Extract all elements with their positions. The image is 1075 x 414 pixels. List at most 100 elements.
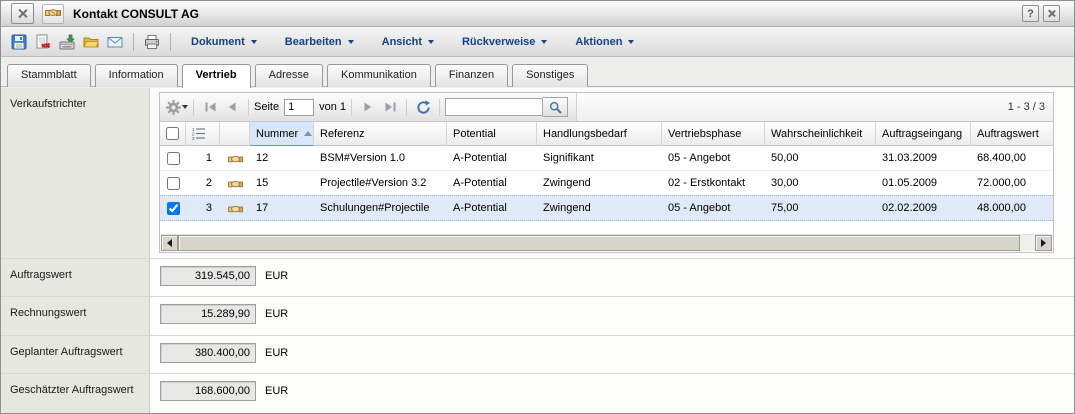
- select-all-checkbox[interactable]: [166, 127, 179, 140]
- icon-column-header[interactable]: [220, 122, 250, 145]
- table-row[interactable]: 2 15 Projectile#Version 3.2 A-Potential …: [160, 171, 1053, 196]
- next-page-button[interactable]: [357, 96, 379, 118]
- tab-information[interactable]: Information: [95, 64, 178, 87]
- menu-aktionen[interactable]: Aktionen: [561, 30, 648, 54]
- arrow-right-icon: [1041, 239, 1046, 247]
- toolbar-separator: [439, 99, 440, 116]
- close-icon: [1047, 9, 1056, 18]
- toolbar-separator: [406, 99, 407, 116]
- first-page-button[interactable]: [199, 96, 221, 118]
- field-label: Verkaufstrichter: [1, 88, 150, 258]
- menu-bearbeiten[interactable]: Bearbeiten: [271, 30, 368, 54]
- column-header-vertriebsphase[interactable]: Vertriebsphase: [662, 122, 765, 145]
- last-page-icon: [385, 102, 396, 112]
- mail-button[interactable]: [103, 30, 127, 54]
- record-range-label: 1 - 3 / 3: [576, 93, 1053, 121]
- currency-label: EUR: [265, 381, 288, 397]
- currency-label: EUR: [265, 304, 288, 320]
- column-header-auftragseingang[interactable]: Auftragseingang: [876, 122, 971, 145]
- last-page-button[interactable]: [379, 96, 401, 118]
- column-header-referenz[interactable]: Referenz: [314, 122, 447, 145]
- refresh-button[interactable]: [412, 96, 434, 118]
- auftragswert-input[interactable]: [160, 266, 256, 286]
- column-header-wahrscheinlichkeit[interactable]: Wahrscheinlichkeit: [765, 122, 876, 145]
- column-header-potential[interactable]: Potential: [447, 122, 537, 145]
- menu-dokument[interactable]: Dokument: [177, 30, 271, 54]
- select-all-checkbox-cell: [160, 122, 186, 145]
- keyboard-entry-button[interactable]: [55, 30, 79, 54]
- printer-icon: [144, 34, 160, 50]
- row-checkbox[interactable]: [167, 202, 180, 215]
- chevron-down-icon: [251, 40, 257, 44]
- gear-icon: [166, 100, 181, 115]
- tab-sonstiges[interactable]: Sonstiges: [512, 64, 588, 87]
- toolbar-separator: [193, 99, 194, 116]
- geschaetzter-auftragswert-input[interactable]: [160, 381, 256, 401]
- column-header-nummer[interactable]: Nummer: [250, 122, 314, 146]
- chevron-down-icon: [182, 105, 188, 109]
- grid-search-input[interactable]: [445, 98, 543, 116]
- menu-ansicht[interactable]: Ansicht: [368, 30, 448, 54]
- refresh-icon: [416, 100, 431, 115]
- search-icon: [549, 101, 562, 114]
- grid-settings-button[interactable]: [166, 96, 188, 118]
- sort-ascending-icon: [304, 131, 312, 136]
- row-menu-header[interactable]: 123: [186, 122, 220, 145]
- svg-text:3: 3: [192, 136, 195, 140]
- search-button[interactable]: [543, 97, 568, 117]
- help-button[interactable]: ?: [1022, 5, 1039, 22]
- toolbar-separator: [248, 99, 249, 116]
- scroll-right-button[interactable]: [1035, 235, 1052, 251]
- contact-icon-button[interactable]: [42, 4, 64, 24]
- numbered-list-icon: 123: [192, 127, 206, 140]
- tab-stammblatt[interactable]: Stammblatt: [7, 64, 91, 87]
- chevron-down-icon: [348, 40, 354, 44]
- rechnungswert-input[interactable]: [160, 304, 256, 324]
- table-row-selected[interactable]: 3 17 Schulungen#Projectile A-Potential Z…: [160, 195, 1053, 221]
- delete-icon: [35, 34, 51, 50]
- chevron-down-icon: [541, 40, 547, 44]
- field-label: Geplanter Auftragswert: [1, 336, 150, 373]
- page-title: Kontakt CONSULT AG: [73, 7, 1022, 21]
- opportunity-icon-cell: [220, 146, 250, 170]
- grid-header: 123 Nummer Referenz Potential Handlungsb…: [160, 122, 1053, 146]
- table-row[interactable]: 1 12 BSM#Version 1.0 A-Potential Signifi…: [160, 146, 1053, 171]
- open-folder-button[interactable]: [79, 30, 103, 54]
- handshake-icon: [228, 201, 243, 216]
- row-checkbox[interactable]: [167, 177, 180, 190]
- opportunity-icon-cell: [220, 196, 250, 220]
- handshake-icon: [228, 176, 243, 191]
- geschaetzter-auftragswert-row: Geschätzter Auftragswert EUR: [1, 374, 1074, 413]
- page-number-input[interactable]: [284, 99, 314, 116]
- row-number: 3: [186, 196, 220, 220]
- print-button[interactable]: [140, 30, 164, 54]
- arrow-left-icon: [167, 239, 172, 247]
- tab-adresse[interactable]: Adresse: [255, 64, 323, 87]
- close-window-button[interactable]: [1043, 5, 1060, 22]
- folder-icon: [83, 34, 99, 50]
- menu-rueckverweise[interactable]: Rückverweise: [448, 30, 561, 54]
- tab-vertrieb[interactable]: Vertrieb: [182, 64, 251, 88]
- keyboard-icon: [59, 34, 75, 50]
- verkaufstrichter-row: Verkaufstrichter: [1, 88, 1074, 259]
- scroll-left-button[interactable]: [161, 235, 178, 251]
- geplanter-auftragswert-input[interactable]: [160, 343, 256, 363]
- column-header-handlungsbedarf[interactable]: Handlungsbedarf: [537, 122, 662, 145]
- save-button[interactable]: [7, 30, 31, 54]
- grid-empty-area: [160, 221, 1053, 234]
- page-label: Seite: [254, 101, 279, 113]
- horizontal-scrollbar[interactable]: [161, 234, 1052, 251]
- row-number: 2: [186, 171, 220, 195]
- delete-button[interactable]: [31, 30, 55, 54]
- field-label: Geschätzter Auftragswert: [1, 374, 150, 413]
- column-header-auftragswert[interactable]: Auftragswert: [971, 122, 1053, 145]
- scrollbar-thumb[interactable]: [178, 235, 1020, 251]
- tab-finanzen[interactable]: Finanzen: [435, 64, 508, 87]
- geplanter-auftragswert-row: Geplanter Auftragswert EUR: [1, 336, 1074, 374]
- prev-page-button[interactable]: [221, 96, 243, 118]
- tab-kommunikation[interactable]: Kommunikation: [327, 64, 431, 87]
- rechnungswert-row: Rechnungswert EUR: [1, 297, 1074, 336]
- row-checkbox[interactable]: [167, 152, 180, 165]
- close-record-button[interactable]: [11, 3, 34, 24]
- opportunity-icon-cell: [220, 171, 250, 195]
